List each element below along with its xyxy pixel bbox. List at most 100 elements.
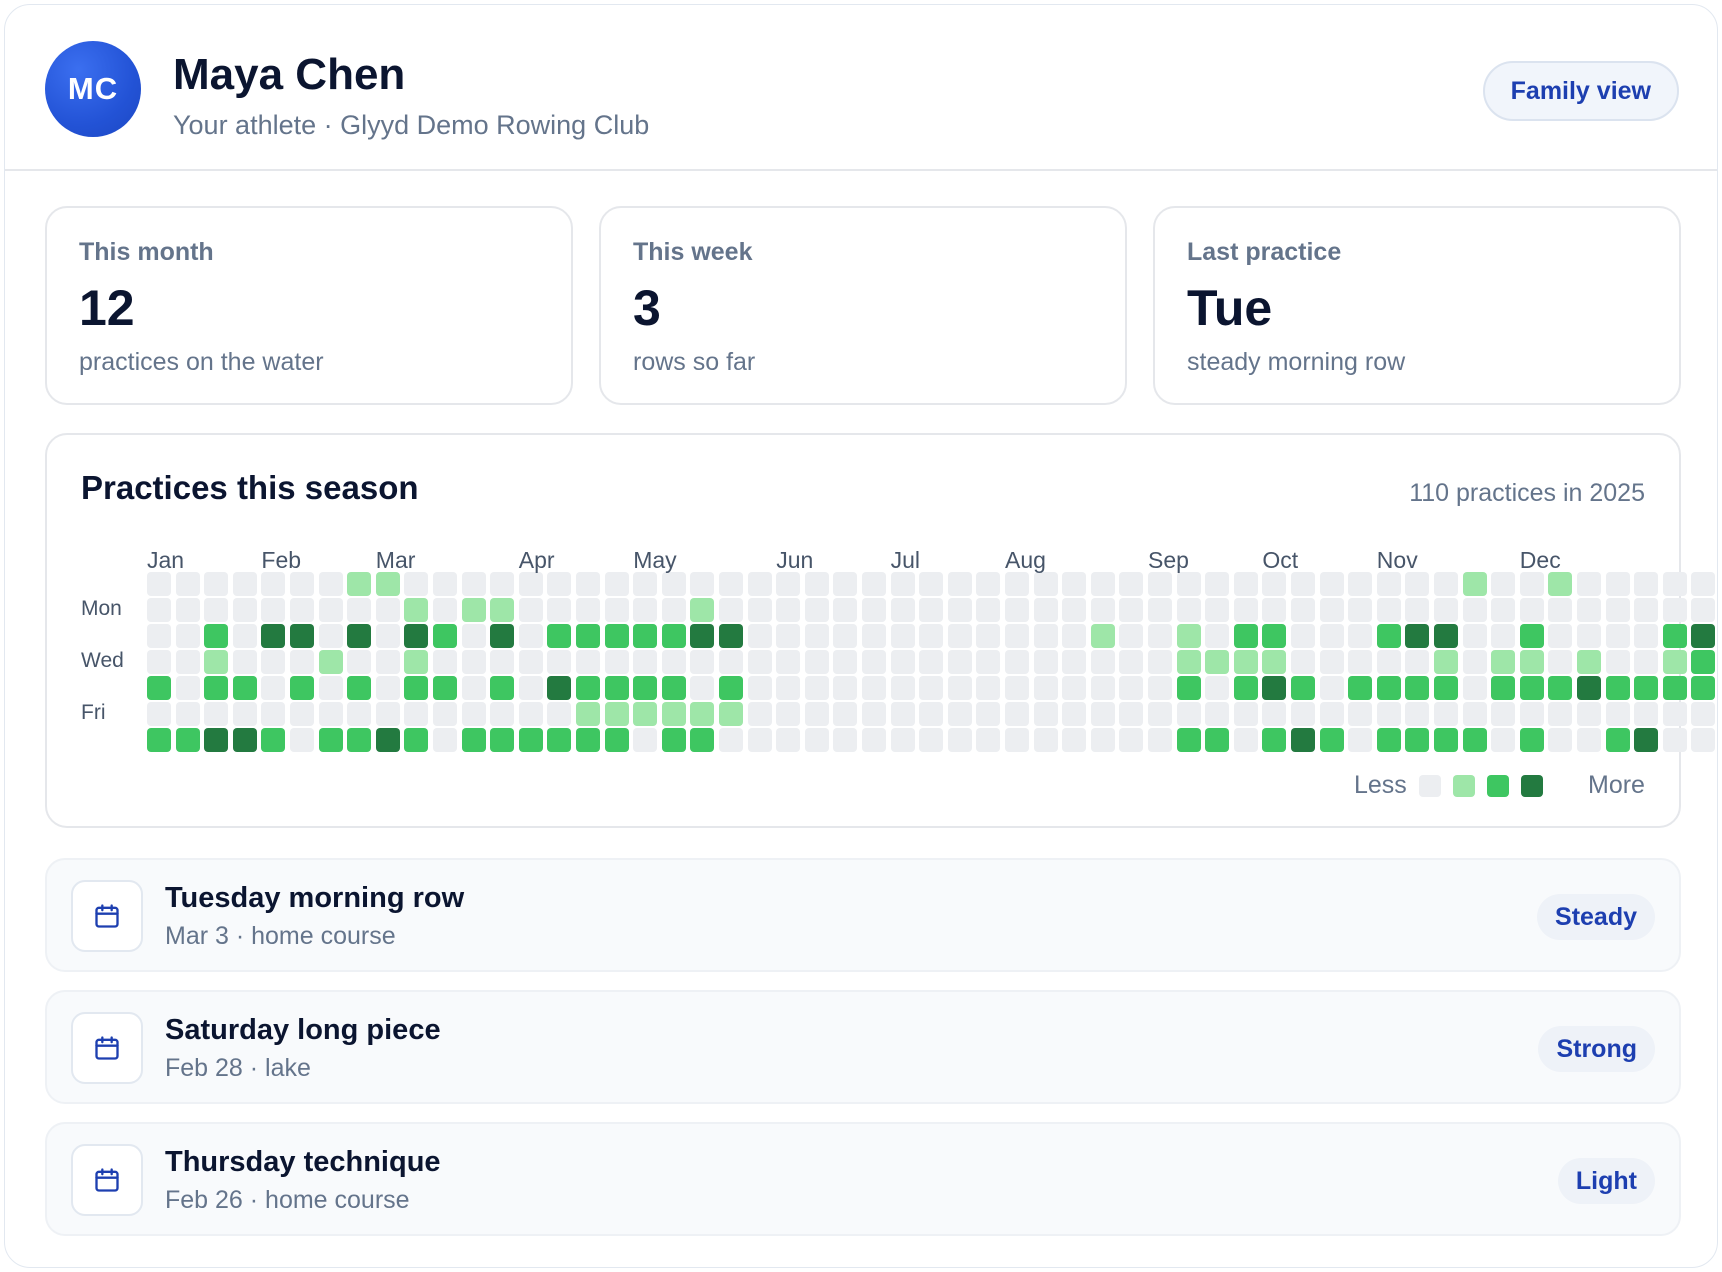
- heatmap-cell: [404, 572, 429, 596]
- heatmap-cell: [1662, 624, 1687, 648]
- heatmap-cell: [204, 702, 229, 726]
- heatmap-cell: [947, 572, 972, 596]
- athlete-header: MC Maya Chen Your athlete · Glyyd Demo R…: [5, 5, 1717, 171]
- heatmap-cell: [261, 598, 286, 622]
- heatmap-cell: [1176, 650, 1201, 674]
- heatmap-cell: [633, 624, 658, 648]
- heatmap-cell: [833, 650, 858, 674]
- heatmap-cell: [375, 728, 400, 752]
- heatmap-cell: [490, 702, 515, 726]
- heatmap-cell: [919, 650, 944, 674]
- heatmap-cell: [976, 572, 1001, 596]
- heatmap-cell: [633, 650, 658, 674]
- stat-value: 12: [79, 280, 135, 336]
- heatmap-cell: [604, 702, 629, 726]
- heatmap-cell: [690, 650, 715, 674]
- heatmap-cell: [1291, 572, 1315, 596]
- heatmap-cell: [1176, 728, 1201, 752]
- heatmap-cell: [1148, 676, 1172, 700]
- session-item[interactable]: Saturday long piece Feb 28 · lake Strong: [45, 990, 1681, 1104]
- heatmap-cell: [347, 728, 372, 752]
- heatmap-cell: [1376, 650, 1401, 674]
- heatmap-cell: [433, 702, 457, 726]
- heatmap-cell: [147, 728, 171, 752]
- heatmap-cell: [1491, 676, 1516, 700]
- heatmap-cell: [1434, 676, 1458, 700]
- heatmap-cell: [1291, 650, 1315, 674]
- heatmap-cell: [661, 598, 686, 622]
- heatmap-cell: [404, 676, 429, 700]
- heatmap-cell: [1691, 650, 1716, 674]
- heatmap-cell: [947, 676, 972, 700]
- heatmap-cell: [1434, 702, 1458, 726]
- heatmap-cell: [1662, 572, 1687, 596]
- legend-level-0: [1419, 775, 1441, 797]
- heatmap-cell: [1205, 676, 1230, 700]
- heatmap-cell: [804, 650, 829, 674]
- heatmap-cell: [690, 598, 715, 622]
- heatmap-cell: [1062, 598, 1087, 622]
- heatmap-cell: [433, 624, 457, 648]
- session-item[interactable]: Thursday technique Feb 26 · home course …: [45, 1122, 1681, 1236]
- heatmap-cell: [1090, 572, 1115, 596]
- heatmap-cell: [976, 728, 1001, 752]
- heatmap-cell: [1462, 650, 1487, 674]
- heatmap-cell: [862, 728, 886, 752]
- heatmap-cell: [776, 676, 801, 700]
- session-item[interactable]: Tuesday morning row Mar 3 · home course …: [45, 858, 1681, 972]
- heatmap-cell: [290, 598, 314, 622]
- heatmap-cell: [1462, 676, 1487, 700]
- heatmap-cell: [1691, 572, 1716, 596]
- heatmap-month-label: Mar: [375, 547, 416, 573]
- heatmap-cell: [1691, 598, 1716, 622]
- heatmap-cell: [633, 676, 658, 700]
- heatmap-cell: [947, 624, 972, 648]
- heatmap-cell: [261, 624, 286, 648]
- heatmap-cell: [1205, 702, 1230, 726]
- heatmap-month-label: Jun: [776, 547, 814, 573]
- heatmap-cell: [747, 598, 772, 622]
- heatmap-cell: [1462, 624, 1487, 648]
- heatmap-cell: [661, 650, 686, 674]
- heatmap-cell: [1033, 650, 1058, 674]
- heatmap-cell: [576, 650, 600, 674]
- heatmap-cell: [1634, 624, 1659, 648]
- calendar-icon: [71, 1144, 143, 1216]
- heatmap-cell: [375, 702, 400, 726]
- heatmap-cell: [490, 598, 515, 622]
- heatmap-cell: [1090, 702, 1115, 726]
- calendar-icon: [71, 1012, 143, 1084]
- heatmap-cell: [1319, 650, 1344, 674]
- family-view-button[interactable]: Family view: [1482, 61, 1679, 121]
- heatmap-cell: [404, 728, 429, 752]
- legend-more-label: More: [1588, 771, 1645, 799]
- session-title: Saturday long piece: [165, 1014, 441, 1046]
- heatmap-cell: [1462, 572, 1487, 596]
- heatmap-cell: [1233, 676, 1258, 700]
- heatmap-cell: [862, 702, 886, 726]
- heatmap-cell: [890, 728, 915, 752]
- heatmap-cell: [747, 702, 772, 726]
- heatmap-cell: [1233, 624, 1258, 648]
- heatmap-cell: [1577, 624, 1601, 648]
- heatmap-cell: [576, 676, 600, 700]
- heatmap-cell: [1148, 572, 1172, 596]
- heatmap-cell: [804, 702, 829, 726]
- avatar: MC: [45, 41, 141, 137]
- heatmap-cell: [1662, 728, 1687, 752]
- heatmap-cell: [719, 572, 743, 596]
- heatmap-cell: [1577, 598, 1601, 622]
- stat-note: steady morning row: [1187, 348, 1406, 376]
- heatmap-cell: [547, 624, 572, 648]
- heatmap-month-label: Jul: [890, 547, 920, 573]
- heatmap-cell: [576, 624, 600, 648]
- heatmap-cell: [976, 650, 1001, 674]
- practice-heatmap-panel: Practices this season 110 practices in 2…: [45, 433, 1716, 828]
- heatmap-cell: [375, 598, 400, 622]
- heatmap-cell: [1205, 624, 1230, 648]
- heatmap-cell: [804, 624, 829, 648]
- heatmap-cell: [1605, 702, 1630, 726]
- heatmap-cell: [290, 650, 314, 674]
- heatmap-cell: [804, 676, 829, 700]
- heatmap-cell: [719, 702, 743, 726]
